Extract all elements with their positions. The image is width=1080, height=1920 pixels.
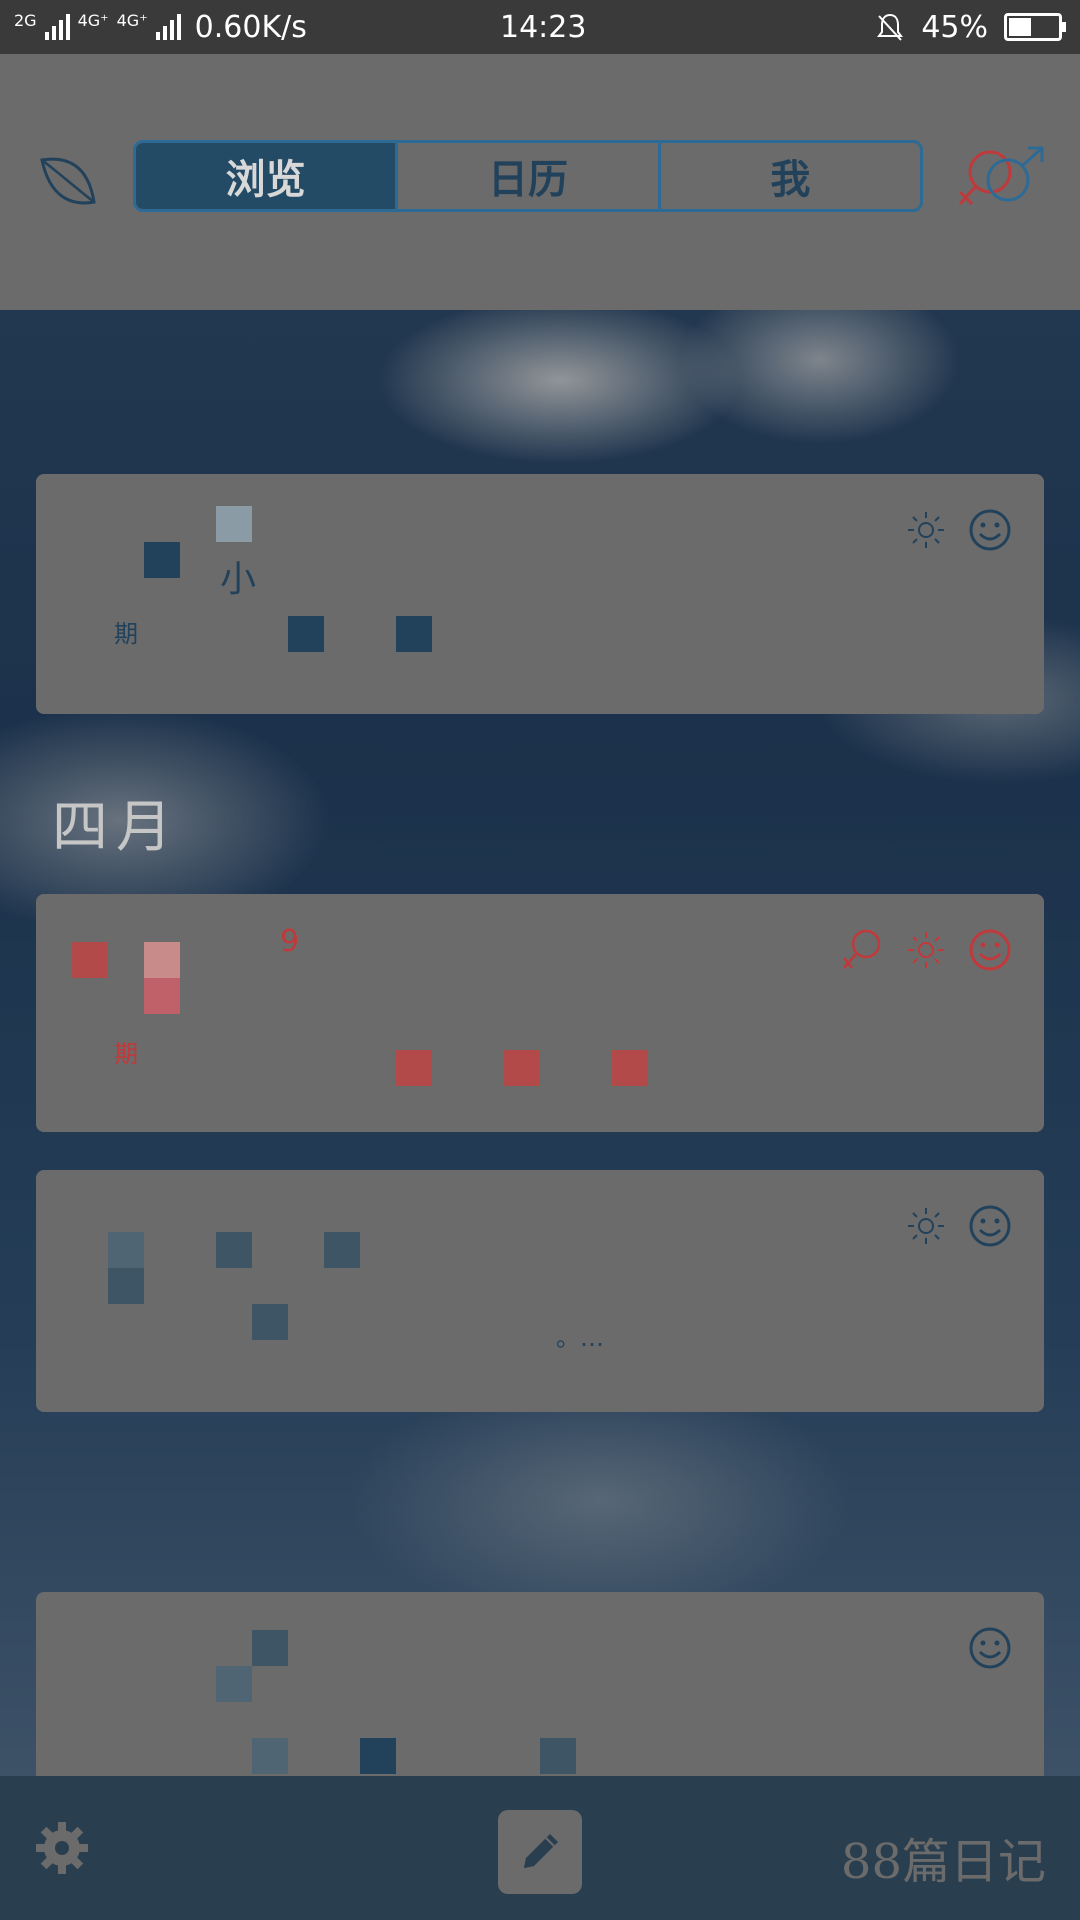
diary-entry-card[interactable]: 9 期	[36, 894, 1044, 1132]
bell-muted-icon	[877, 13, 904, 41]
bottom-bar: 88篇日记	[0, 1776, 1080, 1920]
new-entry-button[interactable]	[498, 1810, 582, 1894]
sun-icon	[908, 512, 944, 548]
entry-date-block	[144, 978, 180, 1014]
status-bar: 2G 4G⁺ 4G⁺ 0.60K/s 14:23 45%	[0, 0, 1080, 54]
entry-text-block	[540, 1738, 576, 1774]
tab-browse[interactable]: 浏览	[136, 143, 396, 209]
entry-icons	[906, 508, 1012, 552]
battery-percent: 45%	[921, 9, 988, 45]
clock: 14:23	[500, 9, 587, 45]
smile-icon	[969, 1627, 1011, 1669]
smile-icon	[969, 1205, 1011, 1247]
entry-text-block	[396, 616, 432, 652]
entry-text-block	[360, 1738, 396, 1774]
entry-icons	[906, 1204, 1012, 1248]
status-left: 2G 4G⁺ 4G⁺ 0.60K/s	[14, 0, 307, 54]
entry-icons	[840, 928, 1012, 972]
pencil-icon	[524, 1834, 558, 1868]
network-speed: 0.60K/s	[194, 9, 307, 45]
entry-preview: 。…	[556, 1324, 604, 1352]
entry-preview: 期	[114, 1040, 138, 1068]
entry-title: 9	[280, 924, 300, 959]
app-header: 浏览 日历 我	[0, 54, 1080, 310]
entry-date-block	[108, 1232, 144, 1268]
smile-icon	[969, 509, 1011, 551]
battery-level	[1009, 18, 1031, 36]
signal-icon	[44, 14, 70, 40]
gear-icon[interactable]	[34, 1820, 90, 1876]
month-heading: 四月	[52, 795, 180, 860]
entry-text-block	[612, 1050, 648, 1086]
entry-preview: 期	[114, 620, 138, 648]
diary-entry-card[interactable]	[36, 1592, 1044, 1792]
entry-title: 小	[220, 559, 257, 600]
battery-icon	[1004, 13, 1066, 41]
diary-count: 88篇日记	[840, 1834, 1046, 1890]
entry-date-block	[144, 942, 180, 978]
entry-date-block	[216, 1666, 252, 1702]
entry-text-block	[396, 1050, 432, 1086]
entry-date-block	[216, 506, 252, 542]
status-right: 45%	[875, 0, 1066, 54]
leaf-icon[interactable]	[36, 150, 100, 214]
entry-text-block	[252, 1738, 288, 1774]
network-4g-label: 4G⁺	[77, 11, 109, 30]
entry-text-block	[252, 1304, 288, 1340]
entry-date-block	[324, 1232, 360, 1268]
diary-entry-card[interactable]: 小 期	[36, 474, 1044, 714]
female-icon	[843, 929, 881, 969]
view-tabs: 浏览 日历 我	[133, 140, 923, 212]
tab-me[interactable]: 我	[657, 143, 920, 209]
network-4g-label-2: 4G⁺	[116, 11, 148, 30]
network-2g-label: 2G	[14, 11, 37, 30]
entry-date-block	[144, 542, 180, 578]
entry-date-block	[216, 1232, 252, 1268]
signal-icon-2	[155, 14, 181, 40]
entry-text-block	[504, 1050, 540, 1086]
entry-date-block	[72, 942, 108, 978]
sun-icon	[908, 1208, 944, 1244]
smile-icon	[969, 929, 1011, 971]
diary-entry-card[interactable]: 。…	[36, 1170, 1044, 1412]
tab-calendar[interactable]: 日历	[395, 143, 657, 209]
gender-switch-icon[interactable]	[956, 146, 1046, 212]
entry-icons	[968, 1626, 1012, 1670]
entry-date-block	[252, 1630, 288, 1666]
sun-icon	[908, 932, 944, 968]
entry-text-block	[288, 616, 324, 652]
entry-date-block	[108, 1268, 144, 1304]
